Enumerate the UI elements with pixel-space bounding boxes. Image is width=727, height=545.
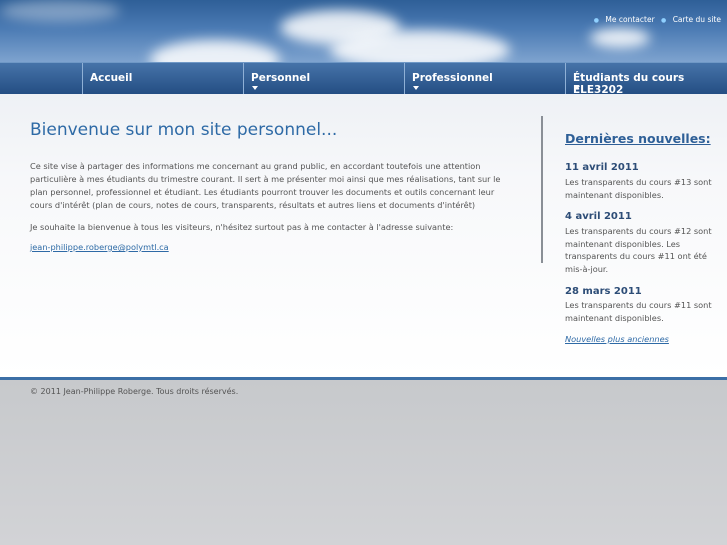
caret-down-icon (413, 86, 419, 90)
welcome-paragraph: Je souhaite la bienvenue à tous les visi… (30, 222, 454, 232)
main-navigation: Accueil Personnel Professionnel Étudiant… (0, 62, 727, 96)
nav-item-label: Accueil (90, 72, 133, 84)
nav-item-accueil[interactable]: Accueil (82, 63, 243, 95)
bullet-icon: ● (661, 17, 667, 24)
news-text: Les transparents du cours #12 sont maint… (565, 226, 712, 274)
column-divider (541, 116, 543, 263)
bullet-icon: ● (593, 17, 600, 24)
page-title: Bienvenue sur mon site personnel... (30, 120, 338, 140)
news-text: Les transparents du cours #13 sont maint… (565, 177, 712, 200)
caret-down-icon (574, 86, 580, 90)
news-date: 11 avril 2011 (565, 162, 639, 173)
news-date: 4 avril 2011 (565, 211, 632, 222)
caret-down-icon (252, 86, 258, 90)
contact-link[interactable]: Me contacter (605, 15, 654, 24)
nav-item-personnel[interactable]: Personnel (243, 63, 404, 95)
intro-paragraph: Ce site vise à partager des informations… (30, 161, 501, 210)
header-sky-banner (0, 0, 727, 62)
email-link[interactable]: jean-philippe.roberge@polymtl.ca (30, 242, 169, 252)
older-news-link[interactable]: Nouvelles plus anciennes (565, 334, 669, 344)
footer (0, 380, 727, 545)
nav-item-professionnel[interactable]: Professionnel (404, 63, 565, 95)
news-text: Les transparents du cours #11 sont maint… (565, 300, 712, 323)
nav-item-etudiants[interactable]: Étudiants du cours ELE3202 (565, 63, 727, 96)
sitemap-link[interactable]: Carte du site (673, 15, 721, 24)
nav-item-label: Personnel (251, 72, 311, 84)
news-title: Dernières nouvelles: (565, 131, 711, 146)
nav-item-label: Étudiants du cours ELE3202 (573, 72, 685, 96)
copyright-text: © 2011 Jean-Philippe Roberge. Tous droit… (30, 387, 239, 396)
nav-item-label: Professionnel (412, 72, 493, 84)
news-date: 28 mars 2011 (565, 286, 642, 297)
top-links: ● Me contacter ● Carte du site (590, 15, 721, 24)
